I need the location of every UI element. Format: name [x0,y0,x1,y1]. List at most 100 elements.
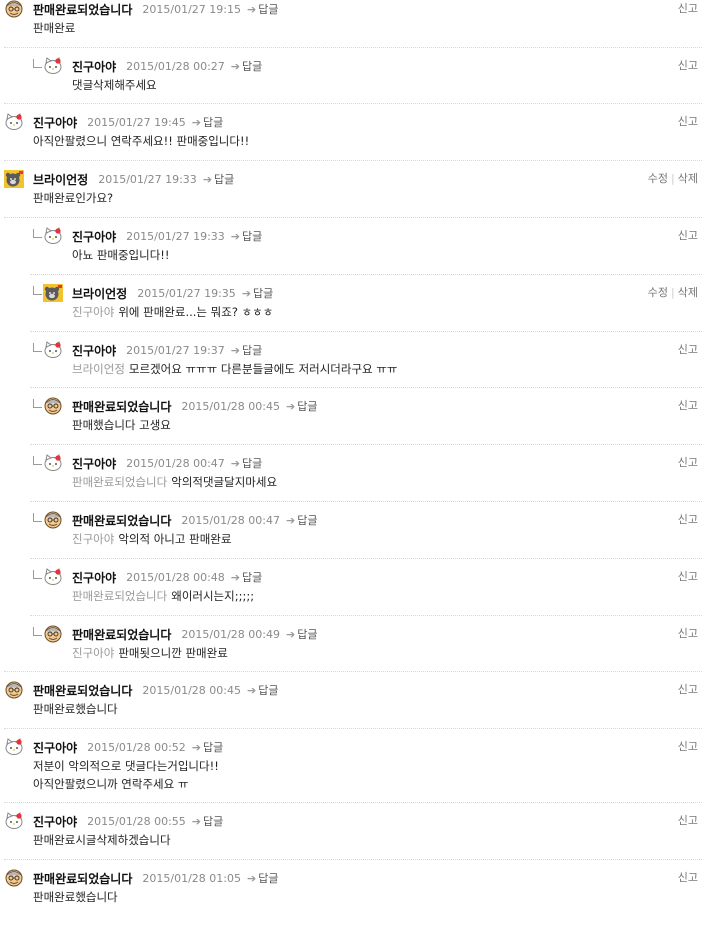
comment-text: 판매완료했습니다 [33,700,118,718]
author-name[interactable]: 진구아야 [72,58,116,75]
mention-link[interactable]: 진구아야 [72,532,114,546]
report-button[interactable]: 신고 [678,456,698,469]
reply-button[interactable]: ➔ 답글 [192,739,223,755]
hello-kitty-avatar-icon[interactable] [4,113,24,131]
grandpa-avatar-icon[interactable] [4,869,24,887]
hello-kitty-avatar-icon[interactable] [4,812,24,830]
reply-button[interactable]: ➔ 답글 [231,342,262,358]
reply-button[interactable]: ➔ 답글 [231,228,262,244]
comment-text: 아직안팔렸으니 연락주세요!! 판매중입니다!! [33,132,249,150]
comment-header: 판매완료되었습니다 2015/01/28 00:45 ➔ 답글 [72,397,317,415]
reply-button[interactable]: ➔ 답글 [192,813,223,829]
report-button[interactable]: 신고 [678,740,698,753]
reply-button[interactable]: ➔ 답글 [231,58,262,74]
author-name[interactable]: 진구아야 [72,569,116,586]
comment-text-content: 저분이 악의적으로 댓글다는거입니다!! [33,759,219,773]
delete-button[interactable]: 삭제 [678,172,698,185]
reply-button[interactable]: ➔ 답글 [286,512,317,528]
author-name[interactable]: 판매완료되었습니다 [72,398,171,415]
author-name[interactable]: 브라이언정 [33,171,88,188]
timestamp: 2015/01/28 00:47 [181,513,280,527]
reply-button[interactable]: ➔ 답글 [247,870,278,886]
author-name[interactable]: 판매완료되었습니다 [72,626,171,643]
timestamp: 2015/01/27 19:15 [142,2,241,16]
hello-kitty-avatar-icon[interactable] [4,738,24,756]
author-name[interactable]: 브라이언정 [72,285,127,302]
mention-link[interactable]: 진구아야 [72,646,114,660]
reply-label: 답글 [214,173,235,186]
reply-button[interactable]: ➔ 답글 [286,626,317,642]
author-name[interactable]: 진구아야 [72,228,116,245]
comment-header: 진구아야 2015/01/27 19:37 ➔ 답글 [72,341,262,359]
comment-header: 판매완료되었습니다 2015/01/28 00:47 ➔ 답글 [72,511,317,529]
author-name[interactable]: 판매완료되었습니다 [72,512,171,529]
author-name[interactable]: 진구아야 [33,739,77,756]
report-button[interactable]: 신고 [678,627,698,640]
reply-button[interactable]: ➔ 답글 [247,1,278,17]
hello-kitty-avatar-icon[interactable] [43,341,63,359]
comment-text-content: 모르겠어요 ㅠㅠㅠ 다른분들글에도 저러시더라구요 ㅠㅠ [128,362,398,376]
reply-button[interactable]: ➔ 답글 [242,285,273,301]
bear-avatar-icon[interactable] [43,284,63,302]
reply-button[interactable]: ➔ 답글 [286,398,317,414]
hello-kitty-avatar-icon[interactable] [43,568,63,586]
reply-button[interactable]: ➔ 답글 [192,114,223,130]
reply-arrow-icon: ➔ [230,344,240,357]
grandpa-avatar-icon[interactable] [43,625,63,643]
comment-text: 브라이언정 모르겠어요 ㅠㅠㅠ 다른분들글에도 저러시더라구요 ㅠㅠ [72,360,397,378]
report-button[interactable]: 신고 [678,115,698,128]
report-button[interactable]: 신고 [678,59,698,72]
report-button[interactable]: 신고 [678,399,698,412]
hello-kitty-avatar-icon[interactable] [43,57,63,75]
comment-header: 브라이언정 2015/01/27 19:33 ➔ 답글 [33,170,234,188]
mention-link[interactable]: 판매완료되었습니다 [72,475,167,489]
edit-button[interactable]: 수정 [648,286,668,299]
grandpa-avatar-icon[interactable] [43,397,63,415]
report-button[interactable]: 신고 [678,814,698,827]
report-button[interactable]: 신고 [678,343,698,356]
author-name[interactable]: 판매완료되었습니다 [33,870,132,887]
comment-actions: 수정 | 삭제 [648,170,698,188]
report-button[interactable]: 신고 [678,229,698,242]
reply-arrow-icon: ➔ [191,116,201,129]
reply-comment: 진구아야 2015/01/27 19:37 ➔ 답글 신고브라이언정 모르겠어요 ㅠㅠㅠ … [0,331,726,397]
comment-text-content: 아뇨 판매중입니다!! [72,248,170,262]
author-name[interactable]: 판매완료되었습니다 [33,1,132,18]
reply-button[interactable]: ➔ 답글 [247,682,278,698]
report-button[interactable]: 신고 [678,871,698,884]
grandpa-avatar-icon[interactable] [4,0,24,18]
reply-comment: 판매완료되었습니다 2015/01/28 00:49 ➔ 답글 신고진구아야 판매됫으니깐… [0,615,726,681]
reply-button[interactable]: ➔ 답글 [231,569,262,585]
comment-text-content: 판매됫으니깐 판매완료 [118,646,228,660]
comment-body: 아뇨 판매중입니다!! [72,246,170,264]
timestamp: 2015/01/28 00:48 [126,570,225,584]
report-button[interactable]: 신고 [678,2,698,15]
reply-comment: 진구아야 2015/01/28 00:27 ➔ 답글 신고 댓글삭제해주세요 [0,47,726,113]
author-name[interactable]: 판매완료되었습니다 [33,682,132,699]
comment-divider [30,558,702,559]
report-button[interactable]: 신고 [678,683,698,696]
author-name[interactable]: 진구아야 [33,114,77,131]
reply-button[interactable]: ➔ 답글 [231,455,262,471]
mention-link[interactable]: 판매완료되었습니다 [72,589,167,603]
grandpa-avatar-icon[interactable] [4,681,24,699]
comment-header: 진구아야 2015/01/27 19:45 ➔ 답글 [33,113,223,131]
comment-text: 진구아야 악의적 아니고 판매완료 [72,530,231,548]
grandpa-avatar-icon[interactable] [43,511,63,529]
delete-button[interactable]: 삭제 [678,286,698,299]
author-name[interactable]: 진구아야 [72,342,116,359]
comment-divider [4,671,702,672]
author-name[interactable]: 진구아야 [72,455,116,472]
mention-link[interactable]: 브라이언정 [72,362,125,376]
bear-avatar-icon[interactable] [4,170,24,188]
report-button[interactable]: 신고 [678,513,698,526]
report-button[interactable]: 신고 [678,570,698,583]
mention-link[interactable]: 진구아야 [72,305,114,319]
hello-kitty-avatar-icon[interactable] [43,454,63,472]
reply-button[interactable]: ➔ 답글 [203,171,234,187]
hello-kitty-avatar-icon[interactable] [43,227,63,245]
comment-header: 판매완료되었습니다 2015/01/28 00:49 ➔ 답글 [72,625,317,643]
author-name[interactable]: 진구아야 [33,813,77,830]
edit-button[interactable]: 수정 [648,172,668,185]
comment-text-content: 댓글삭제해주세요 [72,78,157,92]
